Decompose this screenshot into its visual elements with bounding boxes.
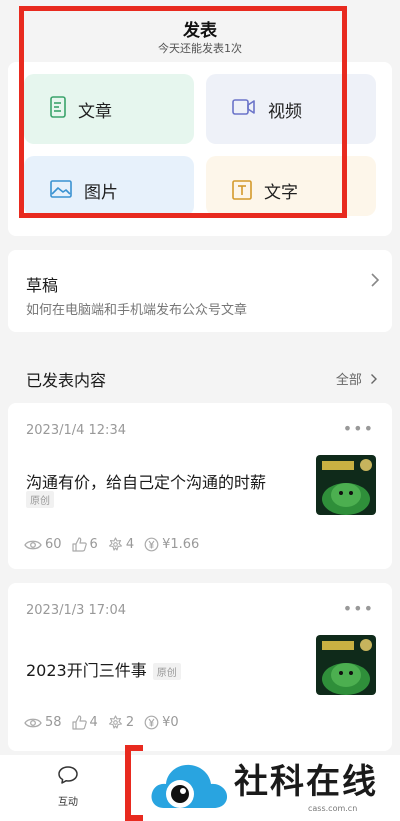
publish-header: 发表 今天还能发表1次	[0, 0, 400, 64]
drafts-description: 如何在电脑端和手机端发布公众号文章	[26, 303, 248, 318]
yen-coin-icon	[144, 715, 159, 730]
article-icon	[50, 96, 66, 122]
views-stat: 60	[24, 537, 62, 552]
eye-icon	[24, 718, 42, 727]
original-badge: 原创	[152, 663, 181, 680]
thumbs-up-icon	[71, 715, 87, 730]
watermark-text: 社科在线	[234, 762, 378, 802]
publish-article-button[interactable]: 文章	[24, 74, 194, 144]
views-count: 58	[45, 715, 62, 730]
likes-stat: 4	[71, 715, 98, 730]
more-options-icon[interactable]: •••	[343, 599, 374, 618]
more-options-icon[interactable]: •••	[343, 419, 374, 438]
publish-text-label: 文字	[264, 183, 298, 203]
share-gear-icon	[108, 715, 122, 729]
earnings-amount: ¥1.66	[162, 537, 200, 552]
shares-count: 4	[125, 537, 135, 552]
published-post-card[interactable]: 2023/1/3 17:04 ••• 2023开门三件事 原创 58 4 2 ¥…	[8, 583, 392, 751]
post-stats: 58 4 2 ¥0	[24, 715, 189, 730]
drafts-title: 草稿	[26, 276, 59, 295]
published-post-card[interactable]: 2023/1/4 12:34 ••• 沟通有价，给自己定个沟通的时薪 原创 60…	[8, 403, 392, 569]
shares-stat: 4	[108, 537, 134, 552]
publish-image-button[interactable]: 图片	[24, 156, 194, 216]
chat-bubble-icon	[58, 766, 78, 784]
publish-article-label: 文章	[78, 101, 112, 122]
post-date: 2023/1/3 17:04	[26, 603, 126, 618]
view-all-link[interactable]: 全部	[336, 369, 378, 388]
yen-coin-icon	[144, 537, 159, 552]
post-date: 2023/1/4 12:34	[26, 423, 126, 438]
publish-text-button[interactable]: 文字	[206, 156, 376, 216]
cloud-eye-logo-icon	[151, 764, 228, 808]
published-content-heading: 已发表内容	[26, 371, 107, 390]
views-stat: 58	[24, 715, 62, 730]
earnings-amount: ¥0	[162, 715, 179, 730]
publish-video-button[interactable]: 视频	[206, 74, 376, 144]
thumbs-up-icon	[71, 537, 87, 552]
tab-interact-label: 互动	[58, 797, 78, 808]
views-count: 60	[45, 537, 62, 552]
publish-image-label: 图片	[84, 183, 118, 203]
video-camera-icon	[232, 98, 256, 120]
publish-video-label: 视频	[268, 101, 302, 122]
likes-count: 4	[89, 715, 98, 730]
earnings-stat: ¥0	[144, 715, 179, 730]
highlight-annotation-bracket	[125, 745, 143, 821]
text-t-icon	[232, 180, 252, 204]
post-title: 沟通有价，给自己定个沟通的时薪	[26, 473, 267, 492]
chevron-right-icon	[371, 374, 377, 384]
drafts-card[interactable]: 草稿 如何在电脑端和手机端发布公众号文章	[8, 250, 392, 332]
shares-count: 2	[125, 715, 135, 730]
share-gear-icon	[108, 537, 122, 551]
post-thumbnail-image	[316, 635, 376, 695]
publish-options-card: 文章 视频 图片 文字	[8, 62, 392, 236]
earnings-stat: ¥1.66	[144, 537, 199, 552]
image-icon	[50, 180, 72, 202]
publish-title: 发表	[183, 21, 217, 41]
likes-count: 6	[89, 537, 98, 552]
post-title: 2023开门三件事	[26, 661, 147, 680]
post-thumbnail-image	[316, 455, 376, 515]
eye-icon	[24, 540, 42, 549]
view-all-label: 全部	[335, 373, 362, 388]
post-title-row: 2023开门三件事 原创	[26, 657, 181, 681]
watermark-logo: 社科在线 cass.com.cn	[150, 748, 400, 821]
watermark-url: cass.com.cn	[308, 804, 358, 813]
post-stats: 60 6 4 ¥1.66	[24, 537, 209, 552]
tab-interact[interactable]: 互动	[40, 765, 96, 808]
shares-stat: 2	[108, 715, 134, 730]
likes-stat: 6	[71, 537, 98, 552]
publish-remaining-count: 今天还能发表1次	[158, 42, 242, 55]
original-badge: 原创	[26, 491, 54, 508]
chevron-right-icon	[370, 272, 380, 293]
